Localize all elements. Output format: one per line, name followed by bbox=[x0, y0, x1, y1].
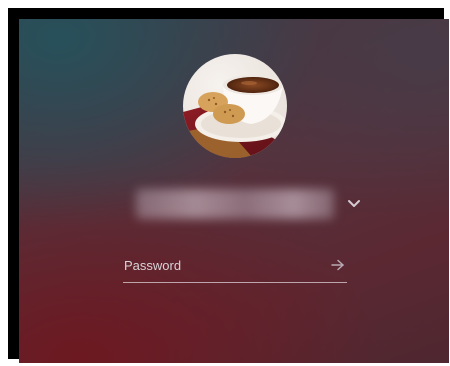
submit-button[interactable] bbox=[329, 257, 347, 273]
password-input[interactable] bbox=[123, 249, 320, 281]
password-field bbox=[123, 249, 347, 283]
chevron-down-icon bbox=[348, 199, 360, 207]
user-avatar bbox=[183, 54, 287, 158]
screen-frame bbox=[8, 8, 449, 363]
coffee-cup-avatar-image bbox=[183, 54, 287, 158]
arrow-right-icon bbox=[331, 259, 344, 271]
password-underline bbox=[123, 282, 347, 283]
username-blurred bbox=[136, 189, 334, 219]
user-dropdown-button[interactable] bbox=[342, 192, 366, 214]
lock-screen bbox=[19, 19, 449, 363]
